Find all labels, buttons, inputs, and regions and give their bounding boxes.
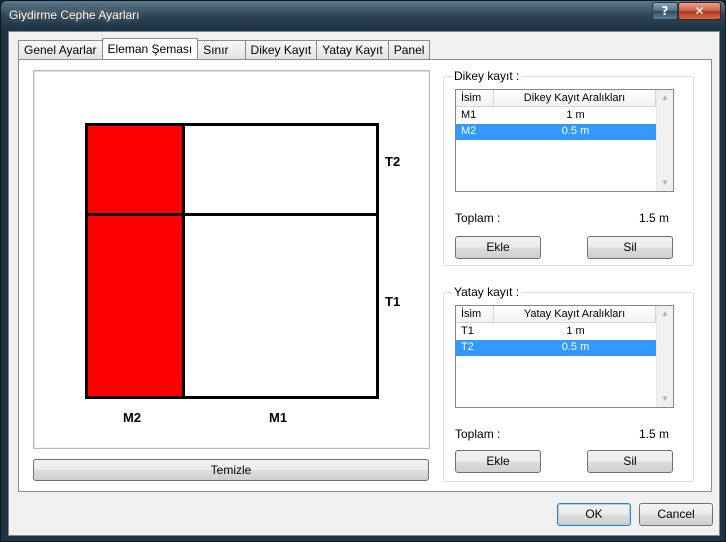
list-item-value: 1 m [566,109,585,121]
horizontal-total-value: 1.5 m [639,427,670,441]
row-label-t1: T1 [385,294,401,309]
list-item-name: T1 [461,325,474,337]
ok-button[interactable]: OK [557,503,631,526]
vertical-total-label: Toplam : [455,211,501,225]
column-header-name[interactable]: İsim [456,90,494,107]
tab-sinir[interactable]: Sınır [197,40,246,59]
row-label-t2: T2 [385,154,401,169]
schema-cell-m1-t1[interactable] [182,213,379,399]
scroll-up-icon[interactable]: ▲ [657,306,673,322]
scroll-down-icon[interactable]: ▼ [657,175,673,191]
schema-canvas[interactable]: T2 T1 M2 M1 [33,70,430,449]
column-header-intervals[interactable]: Yatay Kayıt Aralıkları [494,306,656,323]
list-item[interactable]: T1 1 m [456,324,657,340]
column-header-name[interactable]: İsim [456,306,494,323]
scroll-down-icon[interactable]: ▼ [657,391,673,407]
dialog-client: Genel Ayarlar Eleman Şeması Sınır Dikey … [8,31,720,536]
schema-cell-m2-t2[interactable] [85,123,185,216]
list-item[interactable]: M1 1 m [456,108,657,124]
list-item-value: 0.5 m [561,341,590,353]
vertical-list-scrollbar[interactable]: ▲ ▼ [656,90,673,191]
close-icon: ✕ [694,4,705,18]
list-item[interactable]: M2 0.5 m [456,124,657,140]
dialog-window: Giydirme Cephe Ayarları ? ✕ Genel Ayarla… [0,0,726,542]
schema-cell-m2-t1[interactable] [85,213,185,399]
tab-strip: Genel Ayarlar Eleman Şeması Sınır Dikey … [18,38,431,60]
vertical-mullion-group: Dikey kayıt : İsim Dikey Kayıt Aralıklar… [443,69,694,266]
vertical-total-value: 1.5 m [639,211,670,225]
horizontal-total-label: Toplam : [455,427,501,441]
help-button[interactable]: ? [652,2,678,20]
horizontal-list-scrollbar[interactable]: ▲ ▼ [656,306,673,407]
horizontal-delete-button[interactable]: Sil [587,450,673,473]
list-item[interactable]: T2 0.5 m [456,340,657,356]
col-label-m1: M1 [269,410,288,425]
tab-dikey-kayit[interactable]: Dikey Kayıt [244,40,318,59]
list-item-value: 1 m [566,325,585,337]
list-item-name: T2 [461,341,474,353]
help-icon: ? [661,4,669,18]
horizontal-add-button[interactable]: Ekle [455,450,541,473]
tab-genel-ayarlar[interactable]: Genel Ayarlar [18,40,103,59]
horizontal-transom-group: Yatay kayıt : İsim Yatay Kayıt Aralıklar… [443,285,694,482]
title-bar[interactable]: Giydirme Cephe Ayarları ? ✕ [1,1,725,31]
column-header-intervals[interactable]: Dikey Kayıt Aralıkları [494,90,656,107]
vertical-list-header: İsim Dikey Kayıt Aralıkları [456,90,673,107]
col-label-m2: M2 [123,410,142,425]
vertical-add-button[interactable]: Ekle [455,236,541,259]
horizontal-group-title: Yatay kayıt : [452,285,522,299]
tab-yatay-kayit[interactable]: Yatay Kayıt [316,40,389,59]
vertical-group-title: Dikey kayıt : [452,69,522,83]
list-item-name: M1 [461,109,477,121]
vertical-mullion-list[interactable]: İsim Dikey Kayıt Aralıkları M1 1 m M2 0.… [455,89,674,192]
cancel-button[interactable]: Cancel [639,503,713,526]
clear-button[interactable]: Temizle [33,459,429,481]
tab-panel-content: T2 T1 M2 M1 Temizle Dikey kayıt : İsim D… [18,59,712,492]
scroll-up-icon[interactable]: ▲ [657,90,673,106]
vertical-delete-button[interactable]: Sil [587,236,673,259]
horizontal-transom-list[interactable]: İsim Yatay Kayıt Aralıkları T1 1 m T2 0.… [455,305,674,408]
schema-drawing-area[interactable]: T2 T1 M2 M1 [35,72,428,447]
horizontal-list-header: İsim Yatay Kayıt Aralıkları [456,306,673,323]
list-item-name: M2 [461,125,477,137]
tab-panel[interactable]: Panel [387,40,431,59]
window-title: Giydirme Cephe Ayarları [9,8,140,22]
list-item-value: 0.5 m [561,125,590,137]
close-button[interactable]: ✕ [678,2,721,20]
schema-cell-m1-t2[interactable] [182,123,379,216]
tab-eleman-semasi[interactable]: Eleman Şeması [101,38,199,59]
